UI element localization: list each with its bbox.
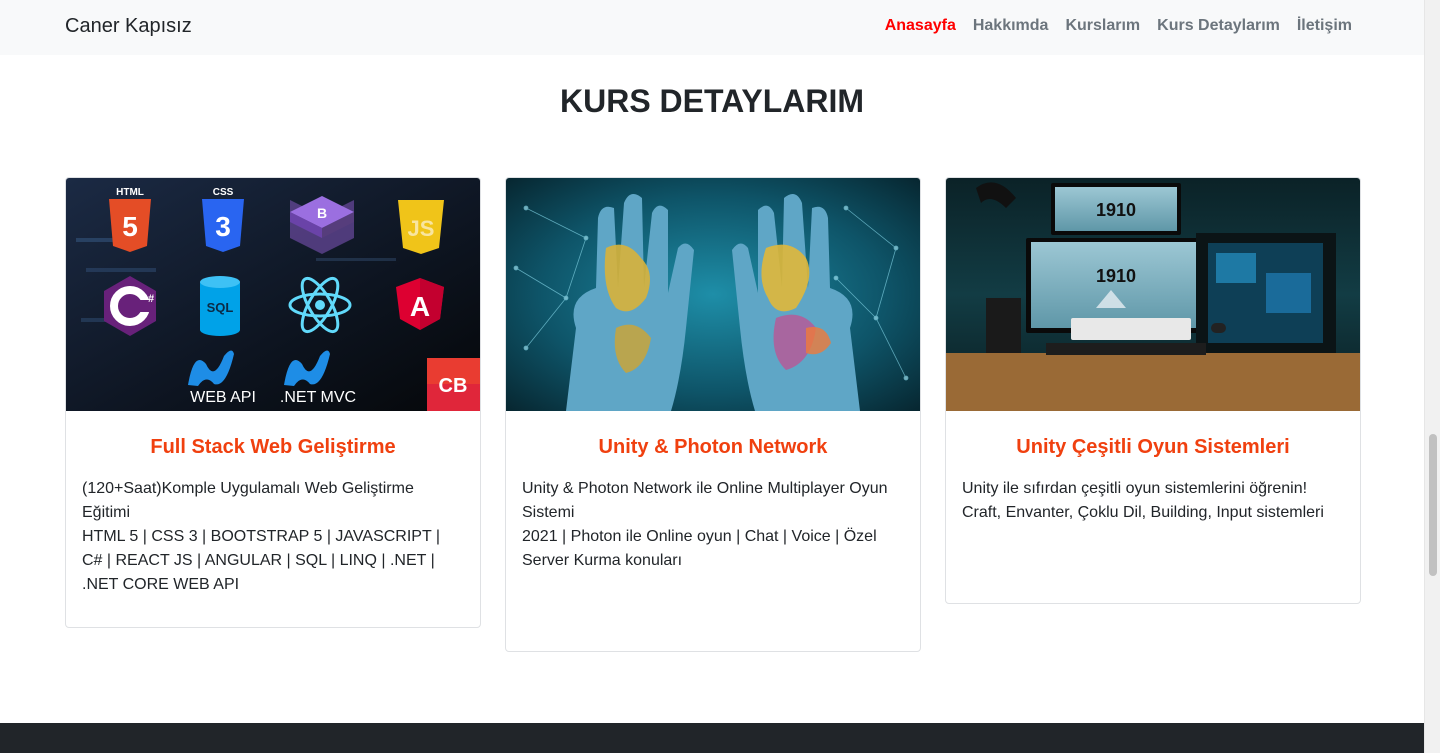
course-card-unity-photon: Unity & Photon Network Unity & Photon Ne… <box>505 177 921 652</box>
svg-text:CB: CB <box>439 375 468 397</box>
nav-menu: Anasayfa Hakkımda Kurslarım Kurs Detayla… <box>885 17 1352 35</box>
card-text: (120+Saat)Komple Uygulamalı Web Geliştir… <box>82 480 441 593</box>
card-title[interactable]: Unity Çeşitli Oyun Sistemleri <box>962 435 1344 459</box>
speaker-left <box>986 298 1021 353</box>
photon-course-image <box>506 178 920 411</box>
desk <box>946 353 1360 411</box>
net-mvc-label: .NET MVC <box>280 389 356 406</box>
course-card-fullstack: HTML 5 CSS 3 B JS # SQL A WEB API .NET M… <box>65 177 481 628</box>
web-api-label: WEB API <box>190 389 256 406</box>
mouse <box>1211 323 1226 333</box>
nav-link-kurslarim[interactable]: Kurslarım <box>1065 17 1140 35</box>
nav-link-anasayfa[interactable]: Anasayfa <box>885 17 956 35</box>
card-text: Unity & Photon Network ile Online Multip… <box>522 480 888 569</box>
brand-link[interactable]: Caner Kapısız <box>65 15 192 38</box>
scrollbar-thumb[interactable] <box>1429 434 1437 576</box>
card-title[interactable]: Unity & Photon Network <box>522 435 904 459</box>
css-label: CSS <box>213 187 234 198</box>
keyboard <box>1071 318 1191 340</box>
page-scrollbar[interactable] <box>1424 0 1440 753</box>
course-card-unity-game-systems: 1910 1910 Unity Çeşitli Oyun Sistemleri … <box>945 177 1361 604</box>
section-title: KURS DETAYLARIM <box>559 83 864 119</box>
fullstack-course-image: HTML 5 CSS 3 B JS # SQL A WEB API .NET M… <box>66 178 480 411</box>
sql-database-icon: SQL <box>200 276 240 336</box>
svg-text:A: A <box>410 291 430 322</box>
navbar: Caner Kapısız Anasayfa Hakkımda Kursları… <box>0 0 1424 55</box>
clock-top: 1910 <box>1096 200 1136 220</box>
nav-link-kurs-detaylarim[interactable]: Kurs Detaylarım <box>1157 17 1280 35</box>
sql-label: SQL <box>207 300 234 315</box>
game-setup-course-image: 1910 1910 <box>946 178 1360 411</box>
nav-link-hakkimda[interactable]: Hakkımda <box>973 17 1049 35</box>
card-text: Unity ile sıfırdan çeşitli oyun sistemle… <box>962 480 1324 521</box>
svg-text:3: 3 <box>215 211 231 242</box>
card-title[interactable]: Full Stack Web Geliştirme <box>82 435 464 459</box>
svg-text:5: 5 <box>122 211 138 242</box>
footer <box>0 723 1424 753</box>
nav-link-iletisim[interactable]: İletişim <box>1297 17 1352 35</box>
html-label: HTML <box>116 187 144 198</box>
clock-main: 1910 <box>1096 266 1136 286</box>
svg-text:#: # <box>148 293 154 305</box>
svg-text:JS: JS <box>408 216 435 241</box>
svg-text:B: B <box>317 205 327 221</box>
